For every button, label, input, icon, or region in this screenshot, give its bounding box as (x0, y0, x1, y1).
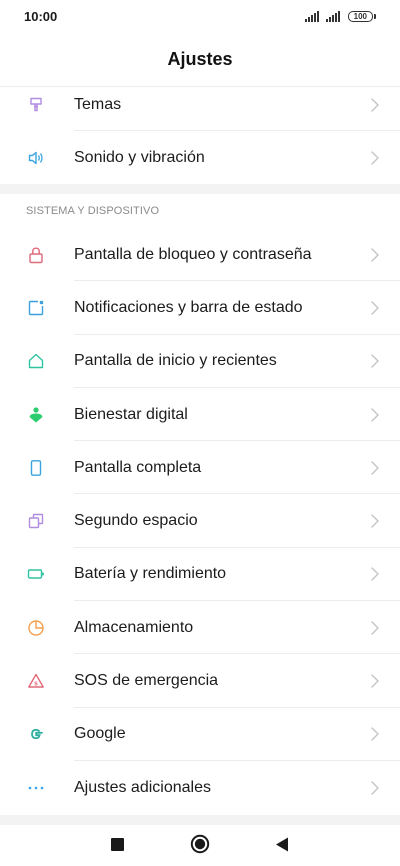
settings-row-label: Pantalla de bloqueo y contraseña (74, 245, 312, 263)
triangle-back-icon[interactable] (271, 833, 293, 855)
settings-row-label: Ajustes adicionales (74, 778, 211, 796)
status-time: 10:00 (24, 9, 58, 24)
navigation-bar (0, 825, 400, 866)
storage-pie-icon (26, 618, 46, 638)
settings-row-label: Google (74, 725, 126, 743)
chevron-right-icon (371, 97, 379, 112)
settings-row-bienestar-digital[interactable]: Bienestar digital (0, 388, 400, 442)
settings-row-temas[interactable]: Temas (0, 78, 400, 132)
settings-row-pantalla-completa[interactable]: Pantalla completa (0, 441, 400, 495)
page-title: Ajustes (167, 48, 233, 69)
svg-text:S: S (34, 681, 38, 687)
settings-row-label: Bienestar digital (74, 405, 188, 423)
settings-row-notificaciones-y-barra-de-estado[interactable]: Notificaciones y barra de estado (0, 281, 400, 335)
chevron-right-icon (371, 151, 379, 165)
settings-row-ajustes-adicionales[interactable]: Ajustes adicionales (0, 761, 400, 814)
chevron-right-icon (371, 674, 379, 688)
second-space-icon (26, 511, 46, 531)
chevron-right-icon (371, 301, 379, 315)
settings-row-pantalla-de-bloqueo-y-contrasena[interactable]: Pantalla de bloqueo y contraseña (0, 228, 400, 282)
chevron-right-icon (371, 780, 379, 795)
speaker-icon (26, 148, 46, 168)
settings-row-segundo-espacio[interactable]: Segundo espacio (0, 494, 400, 548)
wellbeing-icon (26, 405, 46, 425)
signal-icon (325, 10, 340, 22)
battery-icon (26, 564, 46, 584)
phone-icon (26, 458, 46, 478)
settings-row-google[interactable]: Google (0, 708, 400, 761)
signal-icon (304, 10, 319, 22)
chevron-right-icon (371, 727, 379, 742)
settings-row-label: Segundo espacio (74, 512, 198, 530)
chevron-right-icon (371, 354, 379, 368)
circle-home-icon[interactable] (189, 833, 211, 855)
settings-row-label: Sonido y vibración (74, 148, 205, 166)
square-icon[interactable] (106, 833, 128, 855)
settings-row-label: Temas (74, 95, 122, 113)
chevron-right-icon (371, 567, 379, 582)
chevron-right-icon (371, 247, 379, 262)
chevron-right-icon (371, 407, 379, 422)
section-gap (0, 184, 400, 194)
sos-icon: S (26, 671, 46, 691)
settings-row-label: Batería y rendimiento (74, 565, 227, 583)
lock-icon (26, 245, 46, 265)
settings-row-label: Pantalla de inicio y recientes (74, 352, 277, 370)
settings-row-sonido-y-vibracion[interactable]: Sonido y vibración (0, 131, 400, 184)
battery-level: 100 (347, 10, 373, 22)
settings-row-almacenamiento[interactable]: Almacenamiento (0, 601, 400, 655)
settings-row-pantalla-de-inicio-y-recientes[interactable]: Pantalla de inicio y recientes (0, 335, 400, 388)
chevron-right-icon (371, 461, 379, 475)
chevron-right-icon (371, 514, 379, 528)
status-bar: 10:00 100 (0, 0, 400, 32)
bottom-gap (0, 815, 400, 825)
settings-group-system: Pantalla de bloqueo y contraseña Notifica… (0, 228, 400, 814)
more-dots-icon (26, 778, 46, 798)
battery-icon: 100 (347, 10, 376, 22)
home-icon (26, 351, 46, 371)
settings-group-top: Temas Sonido y vibración (0, 78, 400, 185)
settings-row-label: Almacenamiento (74, 618, 194, 636)
settings-row-label: Notificaciones y barra de estado (74, 298, 303, 316)
notification-icon (26, 298, 46, 318)
settings-row-label: SOS de emergencia (74, 672, 219, 690)
settings-row-bateria-y-rendimiento[interactable]: Batería y rendimiento (0, 548, 400, 602)
settings-row-sos-de-emergencia[interactable]: S SOS de emergencia (0, 654, 400, 708)
brush-icon (26, 95, 46, 115)
chevron-right-icon (371, 621, 379, 635)
settings-row-label: Pantalla completa (74, 458, 202, 476)
google-icon (26, 724, 46, 744)
section-header: SISTEMA Y DISPOSITIVO (26, 205, 160, 217)
status-icons: 100 (304, 9, 376, 23)
